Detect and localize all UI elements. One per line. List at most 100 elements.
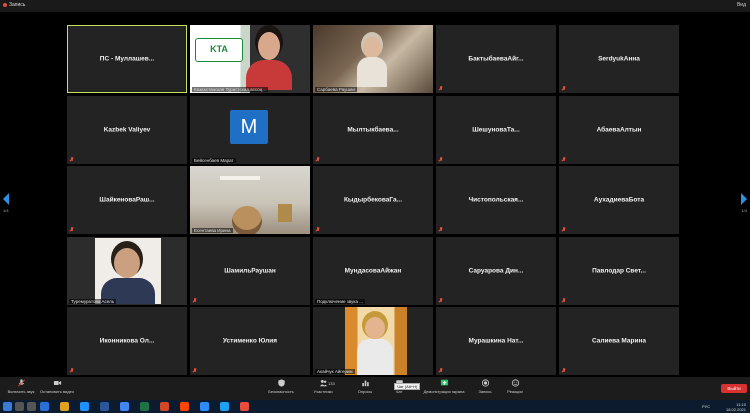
gallery-grid: ПС - Муллашев... KTA Казахстанская Турис… bbox=[67, 25, 679, 375]
participant-tile[interactable]: БактыбаеваАйг... bbox=[436, 25, 556, 93]
participant-tile[interactable]: ШамильРаушан bbox=[190, 236, 310, 305]
participant-tile[interactable]: Павлодар Свет... bbox=[559, 236, 679, 305]
reactions-button[interactable]: Реакции bbox=[496, 379, 534, 399]
mic-muted-icon bbox=[192, 368, 197, 373]
participant-tile[interactable]: Иконникова Ол... bbox=[67, 307, 187, 375]
next-page-arrow-icon[interactable] bbox=[741, 193, 747, 205]
participants-icon bbox=[319, 379, 327, 387]
participant-video bbox=[190, 166, 310, 234]
chat-tooltip: Чат (Alt+H) bbox=[394, 383, 421, 390]
connecting-audio-label: Подключение звука ... bbox=[315, 298, 365, 304]
leave-button[interactable]: Выйти bbox=[721, 384, 747, 393]
meeting-toolbar: Включить звук Остановить видео Безопасно… bbox=[0, 377, 750, 400]
participant-tile[interactable]: Салиева Марина bbox=[559, 307, 679, 375]
view-button[interactable]: Вид bbox=[737, 2, 746, 8]
file-explorer-icon[interactable] bbox=[60, 402, 69, 411]
windows-taskbar: РУС 11:10 18.02.2021 bbox=[0, 400, 750, 413]
mic-muted-icon bbox=[315, 156, 320, 162]
search-icon[interactable] bbox=[15, 402, 24, 411]
participants-button[interactable]: 133 Участники bbox=[304, 379, 342, 399]
participant-name: МундасоваАйжан bbox=[344, 267, 402, 274]
participant-tile[interactable]: Чистопольская... bbox=[436, 166, 556, 234]
powerpoint-icon[interactable] bbox=[160, 402, 169, 411]
video-camera-icon bbox=[53, 381, 61, 385]
participant-tile[interactable]: Туремуратова Асель bbox=[67, 236, 187, 305]
mic-muted-icon bbox=[561, 86, 566, 91]
mic-muted-icon bbox=[438, 156, 443, 162]
share-screen-icon bbox=[440, 379, 448, 386]
participant-video bbox=[67, 236, 187, 305]
participant-tile[interactable]: ПС - Муллашев... bbox=[67, 25, 187, 93]
participant-tile[interactable]: SerdyukАнна bbox=[559, 25, 679, 93]
participant-tile[interactable]: ШешуноваТа... bbox=[436, 95, 556, 164]
participant-tile[interactable]: Сарбаева Раушан bbox=[313, 25, 433, 93]
participant-name: Мурашкина Нат... bbox=[468, 337, 524, 345]
participant-name: Иконникова Ол... bbox=[99, 337, 155, 345]
keyboard-language[interactable]: РУС bbox=[702, 404, 710, 409]
record-icon bbox=[481, 379, 489, 387]
participant-tile[interactable]: Мылтыкбаева... bbox=[313, 95, 433, 164]
participant-tile[interactable]: Устименко Юлия bbox=[190, 307, 310, 375]
participant-label: Казахстанская Туристская ассоц... bbox=[192, 87, 268, 92]
participant-name: АбаеваАлтын bbox=[596, 126, 642, 133]
participant-tile[interactable]: МундасоваАйжан Подключение звука ... bbox=[313, 236, 433, 305]
task-view-icon[interactable] bbox=[27, 402, 36, 411]
word-icon[interactable] bbox=[100, 402, 109, 411]
excel-icon[interactable] bbox=[140, 402, 149, 411]
participant-name: Мылтыкбаева... bbox=[347, 126, 399, 133]
participant-name: ПС - Муллашев... bbox=[99, 55, 155, 63]
polls-button[interactable]: Опросы bbox=[346, 379, 384, 399]
participant-tile[interactable]: KTA Казахстанская Туристская ассоц... bbox=[190, 25, 310, 93]
mic-muted-icon bbox=[315, 227, 320, 232]
share-screen-button[interactable]: Демонстрация экрана bbox=[418, 379, 470, 399]
unmute-button[interactable]: Включить звук bbox=[2, 379, 40, 399]
mic-muted-icon bbox=[438, 86, 443, 91]
participant-name: Kazbek Valiyev bbox=[103, 126, 151, 133]
chrome-icon[interactable] bbox=[120, 402, 129, 411]
stop-video-button[interactable]: Остановить видео bbox=[38, 379, 76, 399]
app-icon[interactable] bbox=[180, 402, 189, 411]
mic-muted-icon bbox=[69, 156, 74, 162]
participant-tile[interactable]: Акайчук Айгерим bbox=[313, 307, 433, 375]
recording-label: Запись bbox=[9, 2, 26, 8]
participant-name: ШамильРаушан bbox=[224, 267, 276, 274]
participant-name: Чистопольская... bbox=[468, 196, 524, 204]
outlook-icon[interactable] bbox=[80, 402, 89, 411]
participant-tile[interactable]: Саруарова Дин... bbox=[436, 236, 556, 305]
participant-video: M bbox=[190, 95, 310, 164]
mic-muted-icon bbox=[438, 297, 443, 303]
participant-tile[interactable]: M Бейсенбаев Марат bbox=[190, 95, 310, 164]
participant-tile[interactable]: Kazbek Valiyev bbox=[67, 95, 187, 164]
participant-name: ШешуноваТа... bbox=[472, 126, 520, 133]
participant-label: Бейсенбаев Марат bbox=[192, 157, 236, 163]
polls-icon bbox=[361, 380, 369, 387]
participant-tile[interactable]: Есентаева Ирина bbox=[190, 166, 310, 234]
participant-tile[interactable]: АбаеваАлтын bbox=[559, 95, 679, 164]
participant-name: Павлодар Свет... bbox=[592, 267, 646, 274]
mic-muted-icon bbox=[561, 297, 566, 303]
app-icon[interactable] bbox=[220, 402, 229, 411]
clock[interactable]: 11:10 18.02.2021 bbox=[726, 402, 746, 412]
shield-icon bbox=[277, 379, 285, 387]
smile-icon bbox=[511, 379, 519, 387]
participant-label: Акайчук Айгерим bbox=[315, 369, 355, 374]
mic-muted-icon bbox=[438, 227, 443, 232]
participant-label: Сарбаева Раушан bbox=[315, 87, 358, 92]
mic-muted-icon bbox=[561, 156, 566, 162]
previous-page-arrow-icon[interactable] bbox=[3, 193, 9, 205]
participant-tile[interactable]: ШайкеноваРаш... bbox=[67, 166, 187, 234]
participant-label: Есентаева Ирина bbox=[192, 228, 233, 233]
participant-name: БактыбаеваАйг... bbox=[468, 55, 524, 63]
zoom-icon[interactable] bbox=[200, 402, 209, 411]
recording-dot-icon bbox=[3, 3, 7, 7]
app-icon[interactable] bbox=[240, 402, 249, 411]
participant-tile[interactable]: КыдырбековаГа... bbox=[313, 166, 433, 234]
participant-name: Устименко Юлия bbox=[222, 337, 278, 345]
security-button[interactable]: Безопасность bbox=[262, 379, 300, 399]
edge-browser-icon[interactable] bbox=[40, 402, 49, 411]
avatar: M bbox=[230, 109, 268, 144]
start-windows-icon[interactable] bbox=[3, 402, 12, 411]
participant-tile[interactable]: АухадиеваБота bbox=[559, 166, 679, 234]
recording-indicator: Запись bbox=[3, 2, 25, 8]
participant-tile[interactable]: Мурашкина Нат... bbox=[436, 307, 556, 375]
